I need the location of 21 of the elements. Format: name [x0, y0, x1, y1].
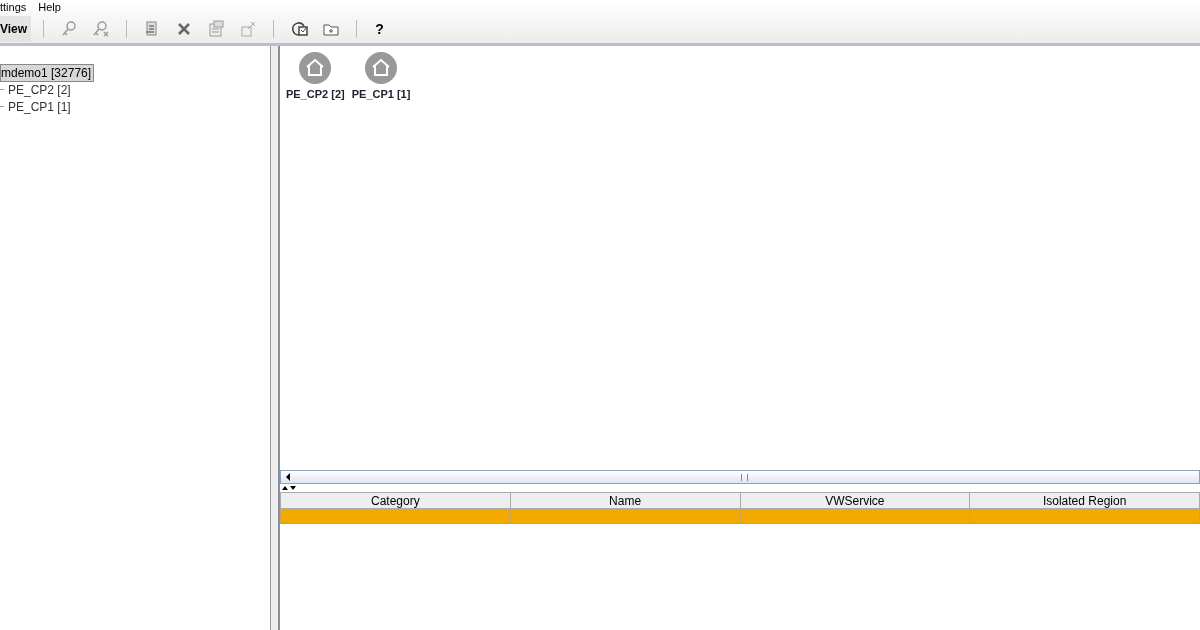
properties-icon[interactable] — [207, 19, 226, 38]
column-header[interactable]: Isolated Region — [969, 492, 1200, 509]
menu-item[interactable]: ttings — [0, 0, 27, 14]
column-header[interactable]: Name — [510, 492, 740, 509]
node-label: PE_CP1 [1] — [351, 88, 411, 100]
column-header[interactable]: Category — [280, 492, 511, 509]
column-header[interactable]: VWService — [740, 492, 970, 509]
tree-node[interactable]: PE_CP2 [2] — [7, 80, 74, 99]
view-tab[interactable]: View — [0, 15, 32, 42]
refresh-icon[interactable] — [290, 19, 309, 38]
help-button[interactable]: ? — [375, 20, 384, 37]
diagram-icon[interactable] — [239, 19, 258, 38]
menu-item[interactable]: Help — [38, 0, 61, 14]
tree-node[interactable]: PE_CP1 [1] — [7, 97, 74, 116]
key-icon[interactable] — [92, 19, 111, 38]
tree-node[interactable]: mdemo1 [32776] — [0, 63, 95, 82]
horizontal-scrollbar[interactable] — [280, 470, 1200, 484]
key-icon[interactable] — [60, 19, 79, 38]
node-label: PE_CP2 [2] — [286, 88, 345, 100]
house-icon[interactable] — [365, 52, 398, 84]
house-icon[interactable] — [299, 52, 332, 84]
